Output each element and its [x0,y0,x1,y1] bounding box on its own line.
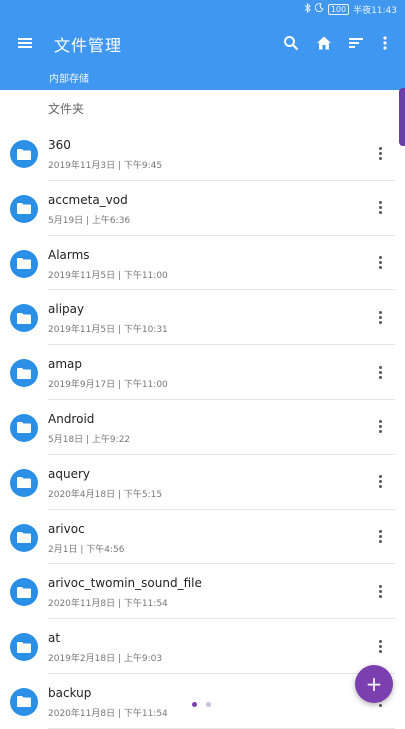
status-time: 半夜11:43 [353,5,397,16]
folder-name: Alarms [48,247,90,262]
item-menu-button[interactable] [370,417,390,437]
folder-row[interactable]: aquery 2020年4月18日 | 下午5:15 [0,455,405,510]
bluetooth-icon [304,2,311,16]
item-menu-button[interactable] [370,581,390,601]
item-menu-button[interactable] [370,253,390,273]
folder-date: 2020年4月18日 | 下午5:15 [48,489,163,500]
folder-row[interactable]: at 2019年2月18日 | 上午9:03 [0,619,405,674]
folder-date: 2020年11月8日 | 下午11:54 [48,599,168,610]
folder-name: arivoc [48,521,85,536]
folder-name: accmeta_vod [48,192,128,207]
item-menu-button[interactable] [370,472,390,492]
folder-name: alipay [48,302,85,317]
home-icon [317,36,331,50]
more-vert-icon [383,36,387,50]
folder-date: 2019年2月18日 | 上午9:03 [48,654,163,665]
home-button[interactable] [312,31,336,55]
folder-date: 2019年11月5日 | 下午10:31 [48,325,168,336]
folder-icon [10,687,38,716]
folder-icon [10,194,38,223]
folder-icon [10,468,38,497]
sort-button[interactable] [344,31,368,55]
folder-name: Android [48,411,95,426]
moon-icon [314,3,324,15]
folder-date: 2019年9月17日 | 下午11:00 [48,380,168,391]
hamburger-icon [18,38,32,48]
folder-name: aquery [48,466,90,481]
section-label: 文件夹 [48,102,85,116]
folder-name: at [48,631,61,646]
folder-row[interactable]: arivoc 2月1日 | 下午4:56 [0,510,405,565]
folder-row[interactable]: Alarms 2019年11月5日 | 下午11:00 [0,236,405,291]
page-indicator [192,702,211,707]
item-menu-button[interactable] [370,143,390,163]
file-list: 360 2019年11月3日 | 下午9:45 accmeta_vod 5月19日 |… [0,126,405,729]
folder-row[interactable]: arivoc_twomin_sound_file 2020年11月8日 | 下午1… [0,564,405,620]
folder-date: 5月18日 | 上午9:22 [48,434,131,445]
item-menu-button[interactable] [370,636,390,656]
folder-icon [10,249,38,278]
folder-date: 5月19日 | 上午6:36 [48,215,131,226]
page-title: 文件管理 [54,36,123,55]
folder-name: arivoc_twomin_sound_file [48,576,202,591]
more-options-button[interactable] [373,31,397,55]
status-bar: 100 半夜11:43 [0,0,405,18]
folder-icon [10,304,38,333]
folder-icon [10,413,38,442]
add-icon: + [365,672,383,696]
folder-date: 2019年11月5日 | 下午11:00 [48,270,168,281]
folder-date: 2019年11月3日 | 下午9:45 [48,161,163,171]
folder-icon [10,633,38,662]
folder-date: 2020年11月8日 | 下午11:54 [48,708,168,719]
folder-row[interactable]: alipay 2019年11月5日 | 下午10:31 [0,290,405,346]
folder-name: 360 [48,138,71,152]
page-dot-active [192,702,197,707]
folder-row[interactable]: 360 2019年11月3日 | 下午9:45 [0,126,405,181]
battery-icon: 100 [327,3,350,15]
folder-icon [10,578,38,607]
sort-icon [349,38,363,48]
folder-date: 2月1日 | 下午4:56 [48,544,125,555]
search-icon [284,36,299,51]
add-button[interactable]: + [355,665,393,703]
breadcrumb[interactable]: 内部存储 [49,70,89,85]
folder-icon [10,359,38,388]
folder-row[interactable]: accmeta_vod 5月19日 | 上午6:36 [0,181,405,236]
folder-name: amap [48,357,83,372]
page-dot [206,702,211,707]
folder-icon [10,140,38,168]
item-menu-button[interactable] [370,198,390,218]
folder-row[interactable]: amap 2019年9月17日 | 下午11:00 [0,345,405,400]
search-button[interactable] [279,31,303,55]
app-bar: 文件管理 内部存储 [0,18,405,90]
menu-button[interactable] [14,32,36,54]
folder-icon [10,523,38,552]
folder-row[interactable]: Android 5月18日 | 上午9:22 [0,400,405,455]
item-menu-button[interactable] [370,307,390,327]
item-menu-button[interactable] [370,527,390,547]
folder-name: backup [48,685,92,700]
item-menu-button[interactable] [370,362,390,382]
